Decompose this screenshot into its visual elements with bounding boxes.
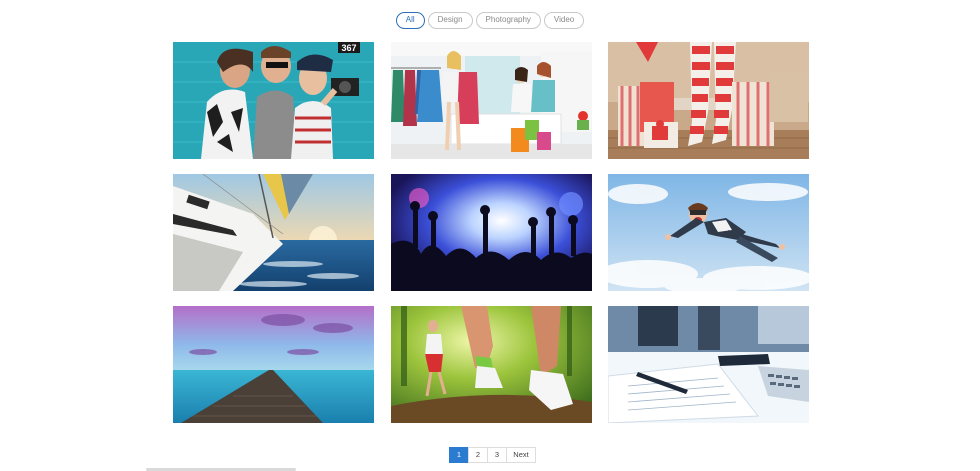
next-page-link[interactable]: Next — [506, 447, 536, 463]
sailboat-image — [173, 174, 374, 291]
page-1-link[interactable]: 1 — [449, 447, 469, 463]
desk-image — [608, 306, 809, 423]
filter-all-button[interactable]: All — [395, 12, 425, 29]
sign-number: 367 — [341, 43, 356, 53]
gallery-tile-desk[interactable] — [608, 306, 809, 423]
filter-photography-button[interactable]: Photography — [475, 12, 541, 29]
gallery-grid: 367 — [173, 42, 809, 423]
filter-design-button[interactable]: Design — [427, 12, 473, 29]
gallery-tile-pier[interactable] — [173, 306, 374, 423]
gallery-tile-shopping[interactable] — [390, 42, 592, 159]
filter-video-button[interactable]: Video — [543, 12, 585, 29]
gallery-tile-concert[interactable] — [390, 174, 592, 291]
concert-image — [390, 174, 592, 291]
portfolio-page: All Design Photography Video 367 1 2 3 N… — [0, 0, 980, 471]
gallery-tile-skydiver[interactable] — [608, 174, 809, 291]
running-image — [390, 306, 592, 423]
filter-bar: All Design Photography Video — [0, 12, 980, 29]
shopping-image — [390, 42, 592, 159]
gallery-tile-friends-selfie[interactable]: 367 — [173, 42, 374, 159]
page-3-link[interactable]: 3 — [487, 447, 507, 463]
gallery-tile-sailboat[interactable] — [173, 174, 374, 291]
pier-image — [173, 306, 374, 423]
friends-selfie-image: 367 — [173, 42, 374, 159]
page-2-link[interactable]: 2 — [468, 447, 488, 463]
gallery-tile-christmas[interactable] — [608, 42, 809, 159]
pagination: 1 2 3 Next — [449, 447, 536, 463]
gallery-tile-running[interactable] — [390, 306, 592, 423]
skydiver-image — [608, 174, 809, 291]
christmas-image — [608, 42, 809, 159]
